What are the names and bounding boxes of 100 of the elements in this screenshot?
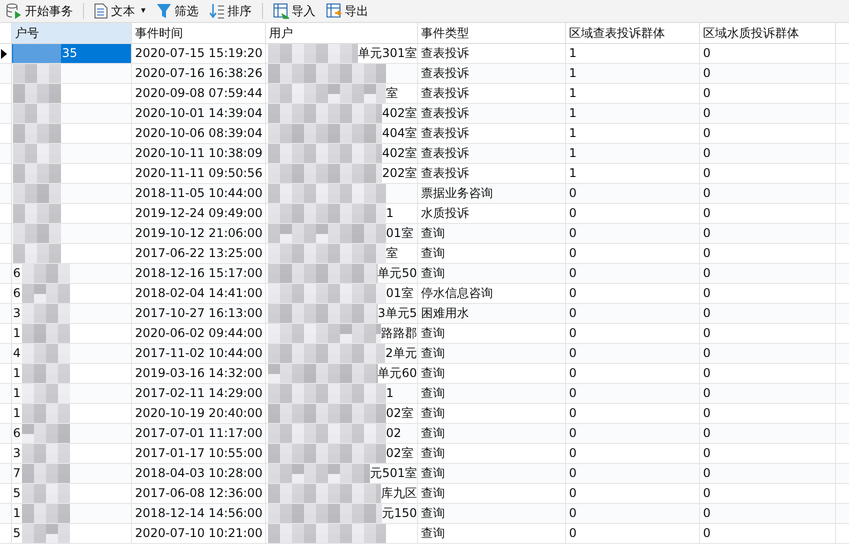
toolbar-button[interactable]: 导出 <box>322 1 373 21</box>
table-cell: 查询 <box>418 344 566 363</box>
table-cell: 0 <box>700 124 836 143</box>
table-cell: 0 <box>700 84 836 103</box>
table-cell: 0 <box>700 504 836 523</box>
table-cell: 查询 <box>418 384 566 403</box>
table-cell: 0 <box>700 424 836 443</box>
account-fragment: 1 <box>13 385 21 402</box>
table-cell: 0 <box>566 464 700 483</box>
table-cell: 票据业务咨询 <box>418 184 566 203</box>
table-cell: 0 <box>566 344 700 363</box>
pixelated-blur-drawing <box>13 44 61 63</box>
table-cell: 2020-10-01 14:39:04 <box>132 104 266 123</box>
table-cell: 2020-07-15 15:19:20 <box>132 44 266 63</box>
table-cell: 0 <box>700 104 836 123</box>
table-cell: 0 <box>700 464 836 483</box>
table-cell: 1 <box>566 164 700 183</box>
address-fragment: 3单元5 <box>378 305 417 322</box>
table-cell: 2019-12-24 09:49:00 <box>132 204 266 223</box>
table-cell: 0 <box>700 144 836 163</box>
table-cell: 查询 <box>418 524 566 543</box>
address-fragment: 室 <box>386 245 398 262</box>
table-cell: 查询 <box>418 504 566 523</box>
address-fragment: 01室 <box>386 225 414 242</box>
toolbar-button[interactable]: 排序 <box>204 1 256 21</box>
table-cell: 2018-02-04 14:41:00 <box>132 284 266 303</box>
table-cell: 0 <box>700 184 836 203</box>
table-cell: 0 <box>700 44 836 63</box>
table-cell: 2020-10-06 08:39:04 <box>132 124 266 143</box>
account-fragment: 5 <box>13 525 21 542</box>
address-fragment: 01室 <box>386 285 414 302</box>
table-cell: 0 <box>566 184 700 203</box>
table-cell: 2017-07-01 11:17:00 <box>132 424 266 443</box>
database-icon <box>6 3 22 19</box>
table-cell: 2018-04-03 10:28:00 <box>132 464 266 483</box>
table-cell: 0 <box>566 364 700 383</box>
toolbar-button[interactable]: 开始事务 <box>2 1 77 21</box>
table-cell: 2020-10-19 20:40:00 <box>132 404 266 423</box>
toolbar-button[interactable]: 筛选 <box>152 1 203 21</box>
column-header[interactable]: 区域水质投诉群体 <box>700 23 836 43</box>
account-fragment: 6 <box>13 285 21 302</box>
table-cell: 2017-11-02 10:44:00 <box>132 344 266 363</box>
address-fragment: 02室 <box>386 405 414 422</box>
table-cell: 1 <box>566 64 700 83</box>
table-cell: 0 <box>566 524 700 543</box>
table-cell: 查表投诉 <box>418 44 566 63</box>
table-cell: 0 <box>566 204 700 223</box>
column-header[interactable]: 事件类型 <box>418 23 566 43</box>
table-cell: 0 <box>700 444 836 463</box>
table-cell: 2017-01-17 10:55:00 <box>132 444 266 463</box>
column-header[interactable]: 事件时间 <box>132 23 266 43</box>
table-cell: 0 <box>700 484 836 503</box>
table-cell: 0 <box>566 384 700 403</box>
table-cell: 1 <box>566 124 700 143</box>
toolbar-button[interactable]: 文本 ▾ <box>90 1 150 21</box>
table-cell: 0 <box>566 404 700 423</box>
table-cell: 0 <box>566 424 700 443</box>
table-cell: 0 <box>700 344 836 363</box>
table-cell: 2020-11-11 09:50:56 <box>132 164 266 183</box>
address-fragment: 404室 <box>382 125 417 142</box>
table-cell: 2020-10-11 10:38:09 <box>132 144 266 163</box>
table-cell: 0 <box>700 304 836 323</box>
account-fragment: 3 <box>13 305 21 322</box>
table-cell: 1 <box>566 104 700 123</box>
table-cell: 困难用水 <box>418 304 566 323</box>
table-cell: 查询 <box>418 364 566 383</box>
table-cell: 停水信息咨询 <box>418 284 566 303</box>
table-cell: 2018-12-14 14:56:00 <box>132 504 266 523</box>
table-cell: 0 <box>700 524 836 543</box>
table-cell: 0 <box>700 364 836 383</box>
column-header[interactable]: 户号 <box>12 23 132 43</box>
toolbar-button[interactable]: 导入 <box>268 1 320 21</box>
table-cell: 0 <box>700 384 836 403</box>
filter-icon <box>156 3 172 19</box>
account-fragment: 3 <box>13 445 21 462</box>
table-cell: 0 <box>566 304 700 323</box>
table-cell: 0 <box>700 404 836 423</box>
table-cell: 水质投诉 <box>418 204 566 223</box>
address-fragment: 路路郡 <box>381 325 417 342</box>
table-cell: 0 <box>566 224 700 243</box>
account-fragment: 1 <box>13 505 21 522</box>
account-fragment: 6 <box>13 265 21 282</box>
address-fragment: 室 <box>386 85 398 102</box>
table-cell: 0 <box>700 224 836 243</box>
table-cell: 查询 <box>418 264 566 283</box>
table-cell: 0 <box>566 444 700 463</box>
address-fragment: 元501室 <box>370 465 417 482</box>
table-cell: 2017-06-08 12:36:00 <box>132 484 266 503</box>
account-fragment: 5 <box>13 485 21 502</box>
column-header[interactable]: 区域查表投诉群体 <box>566 23 700 43</box>
column-header[interactable]: 用户 <box>266 23 418 43</box>
address-fragment: 元150 <box>382 505 417 522</box>
table-cell: 2018-12-16 15:17:00 <box>132 264 266 283</box>
table-cell: 查表投诉 <box>418 84 566 103</box>
table-cell: 查询 <box>418 224 566 243</box>
table-cell: 0 <box>700 284 836 303</box>
address-fragment: 1 <box>386 385 394 402</box>
address-fragment: 02 <box>386 425 402 442</box>
table-cell: 查询 <box>418 464 566 483</box>
table-cell: 1 <box>566 84 700 103</box>
